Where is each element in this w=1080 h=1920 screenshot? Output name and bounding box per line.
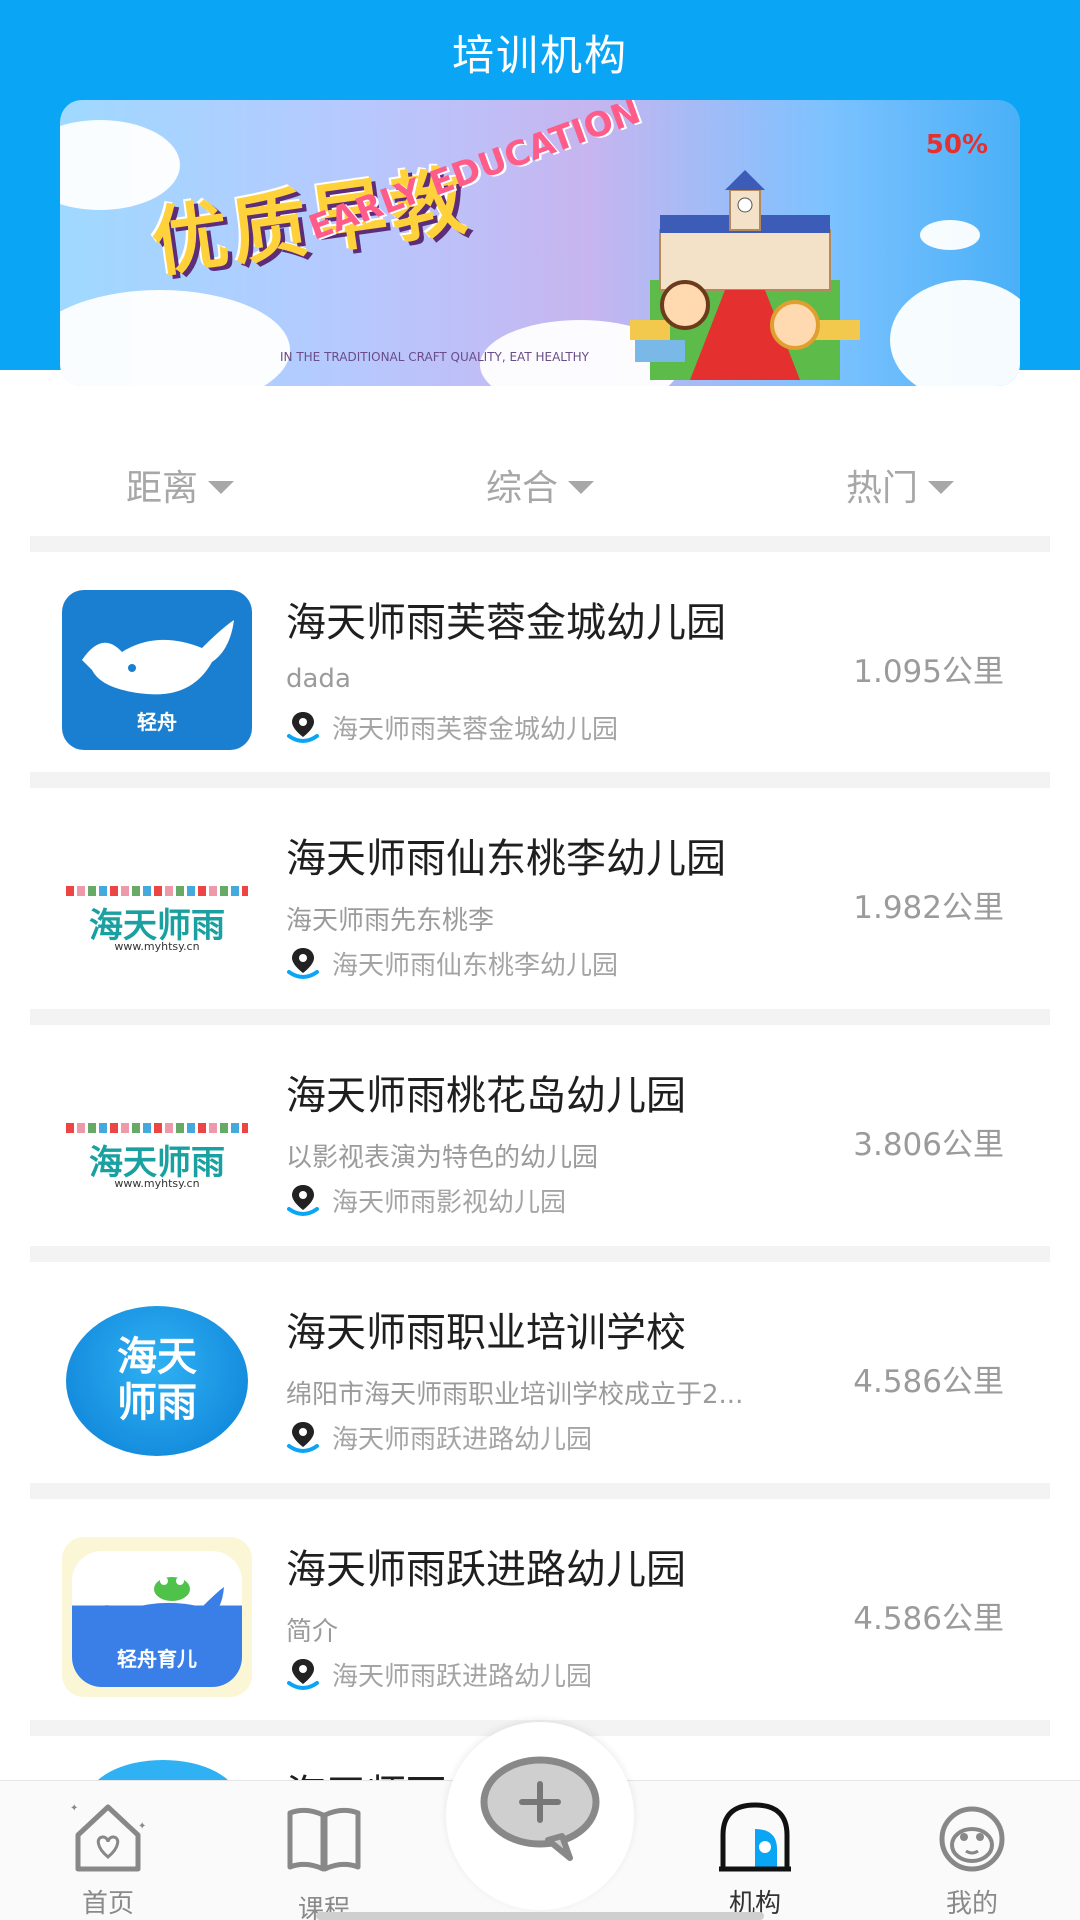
institution-address: 海天师雨仙东桃李幼儿园 [286, 946, 619, 981]
address-text: 海天师雨跃进路幼儿园 [332, 1424, 593, 1455]
institution-list-item[interactable]: 海天师雨 www.myhtsy.cn 海天师雨仙东桃李幼儿园 海天师雨先东桃李 … [30, 788, 1050, 1008]
nav-label: 我的 [945, 1889, 998, 1919]
page-title: 培训机构 [451, 31, 628, 80]
castle-illustration [630, 170, 860, 380]
institution-logo: 海天 师雨 [62, 1300, 252, 1460]
institution-logo: 海天师雨 www.myhtsy.cn [62, 1063, 252, 1223]
institution-list-item[interactable]: 海天 师雨 海天师雨职业培训学校 绵阳市海天师雨职业培训学校成立于2... 海天… [30, 1262, 1050, 1482]
location-pin-icon [287, 712, 319, 743]
cloud-decoration [890, 280, 1020, 386]
filter-bar: 距离 综合 热门 [0, 455, 1080, 515]
monkey-icon [939, 1806, 1005, 1872]
institution-distance: 3.806公里 [853, 1127, 1004, 1163]
institution-title: 海天师雨仙东桃李幼儿园 [286, 836, 726, 882]
address-text: 海天师雨跃进路幼儿园 [332, 1661, 593, 1692]
institution-address: 海天师雨影视幼儿园 [286, 1183, 567, 1218]
filter-label: 热门 [845, 468, 918, 509]
promo-banner[interactable]: 优质早教 EARLY EDUCATION IN THE TRADITIONAL … [60, 100, 1020, 386]
institution-logo: 轻舟育儿 [62, 1537, 252, 1697]
svg-text:✦: ✦ [70, 1803, 78, 1814]
separator [30, 1009, 1050, 1025]
caret-down-icon [928, 480, 954, 494]
logo-url: www.myhtsy.cn [114, 940, 200, 953]
nav-course[interactable]: 课程 [249, 1799, 399, 1920]
location-pin-icon [287, 948, 319, 979]
institution-title: 海天师雨跃进路幼儿园 [286, 1547, 686, 1593]
caret-down-icon [568, 480, 594, 494]
logo-text-bottom: 师雨 [117, 1380, 197, 1426]
institution-title: 海天师雨 [286, 1762, 446, 1780]
separator [30, 1246, 1050, 1262]
separator [30, 1483, 1050, 1499]
chat-plus-icon[interactable] [478, 1752, 602, 1862]
filter-distance[interactable]: 距离 [0, 455, 360, 515]
caret-down-icon [208, 480, 234, 494]
institution-logo: 轻舟 [62, 590, 252, 750]
cloud-decoration [60, 290, 290, 386]
institution-icon [719, 1802, 791, 1872]
logo-dots [66, 886, 248, 896]
nav-institution[interactable]: 机构 [680, 1799, 830, 1920]
location-pin-icon [287, 1422, 319, 1453]
logo-dots [66, 1123, 248, 1133]
institution-desc: 海天师雨先东桃李 [286, 906, 495, 936]
banner-badge: 50% [925, 130, 988, 160]
home-indicator [316, 1912, 764, 1920]
institution-distance: 4.586公里 [853, 1364, 1004, 1400]
institution-desc: 简介 [286, 1617, 339, 1647]
institution-list-item[interactable]: 轻舟育儿 海天师雨跃进路幼儿园 简介 海天师雨跃进路幼儿园 4.586公里 [30, 1499, 1050, 1719]
book-icon [287, 1807, 361, 1872]
institution-logo [88, 1760, 238, 1780]
filter-composite[interactable]: 综合 [360, 455, 720, 515]
logo-text: 轻舟育儿 [117, 1647, 197, 1671]
filter-popular[interactable]: 热门 [720, 455, 1080, 515]
home-heart-icon: ✦ ✦ [70, 1803, 146, 1872]
institution-address: 海天师雨芙蓉金城幼儿园 [286, 710, 619, 745]
nav-home[interactable]: ✦ ✦ 首页 [33, 1799, 183, 1920]
banner-small-text: IN THE TRADITIONAL CRAFT QUALITY, EAT HE… [280, 350, 590, 364]
separator [30, 772, 1050, 788]
institution-distance: 1.095公里 [853, 654, 1004, 690]
institution-title: 海天师雨芙蓉金城幼儿园 [286, 600, 726, 646]
location-pin-icon [287, 1659, 319, 1690]
institution-desc: 以影视表演为特色的幼儿园 [286, 1143, 599, 1173]
kid-illustration [770, 300, 820, 350]
institution-address: 海天师雨跃进路幼儿园 [286, 1657, 593, 1692]
institution-distance: 1.982公里 [853, 890, 1004, 926]
institution-distance: 4.586公里 [853, 1601, 1004, 1637]
nav-mine[interactable]: 我的 [897, 1799, 1047, 1920]
svg-text:✦: ✦ [138, 1821, 146, 1832]
institution-list-item[interactable]: 轻舟 海天师雨芙蓉金城幼儿园 dada 海天师雨芙蓉金城幼儿园 1.095公里 [30, 552, 1050, 772]
institution-title: 海天师雨职业培训学校 [286, 1310, 686, 1356]
logo-text-top: 海天 [117, 1334, 197, 1380]
institution-desc: 绵阳市海天师雨职业培训学校成立于2... [286, 1380, 744, 1410]
nav-label: 首页 [81, 1889, 134, 1919]
filter-label: 综合 [485, 468, 558, 509]
location-pin-icon [287, 1185, 319, 1216]
filter-label: 距离 [125, 468, 198, 509]
whale-frog-icon [92, 1577, 224, 1634]
address-text: 海天师雨仙东桃李幼儿园 [332, 950, 619, 981]
institution-address: 海天师雨跃进路幼儿园 [286, 1420, 593, 1455]
institution-list-item[interactable]: 海天师雨 www.myhtsy.cn 海天师雨桃花岛幼儿园 以影视表演为特色的幼… [30, 1025, 1050, 1245]
cloud-decoration [920, 220, 980, 250]
separator [30, 536, 1050, 552]
address-text: 海天师雨芙蓉金城幼儿园 [332, 714, 619, 745]
institution-desc: dada [286, 664, 351, 694]
institution-logo: 海天师雨 www.myhtsy.cn [62, 826, 252, 986]
logo-url: www.myhtsy.cn [114, 1177, 200, 1190]
address-text: 海天师雨影视幼儿园 [332, 1187, 567, 1218]
institution-title: 海天师雨桃花岛幼儿园 [286, 1073, 686, 1119]
logo-text: 轻舟 [137, 710, 177, 734]
kid-illustration [660, 280, 710, 330]
